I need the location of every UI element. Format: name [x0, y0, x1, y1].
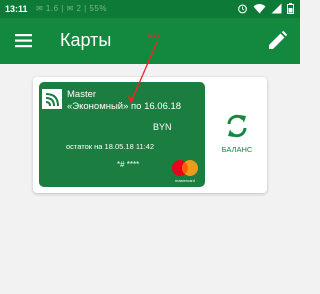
- card-list-item: Master «Экономный» по 16.06.18 BYN остат…: [33, 77, 267, 193]
- status-time: 13:11: [5, 4, 28, 14]
- card-description: «Экономный» по 16.06.18: [67, 101, 182, 112]
- edit-button[interactable]: [266, 30, 288, 52]
- menu-icon: [15, 34, 32, 48]
- alarm-icon: [237, 3, 248, 16]
- menu-button[interactable]: [14, 31, 34, 51]
- refresh-icon: [227, 114, 247, 138]
- balance-label: БАЛАНС: [221, 145, 253, 154]
- card-balance-date: остаток на 18.05.18 11:42: [66, 142, 155, 151]
- card-currency: BYN: [153, 122, 172, 132]
- pencil-icon: [269, 30, 288, 49]
- mastercard-logo: mastercard: [172, 160, 198, 183]
- card-number: *# ****: [117, 160, 140, 169]
- contactless-icon: [42, 89, 62, 109]
- status-notification-text: ✉ 1.6 | ✉ 2 | 55%: [36, 4, 107, 13]
- signal-icon: [271, 3, 282, 16]
- card-name: Master: [67, 89, 97, 100]
- battery-icon: [287, 3, 294, 16]
- page-title: Карты: [60, 30, 112, 50]
- status-bar: 13:11 ✉ 1.6 | ✉ 2 | 55%: [0, 0, 300, 18]
- wifi-icon: [253, 3, 266, 16]
- balance-button[interactable]: БАЛАНС: [213, 113, 261, 157]
- bank-card[interactable]: Master «Экономный» по 16.06.18 BYN остат…: [39, 82, 205, 187]
- mastercard-caption: mastercard: [175, 178, 195, 183]
- annotation-text: ***: [148, 33, 161, 42]
- app-bar: Карты ***: [0, 18, 300, 64]
- status-icons: [237, 3, 294, 16]
